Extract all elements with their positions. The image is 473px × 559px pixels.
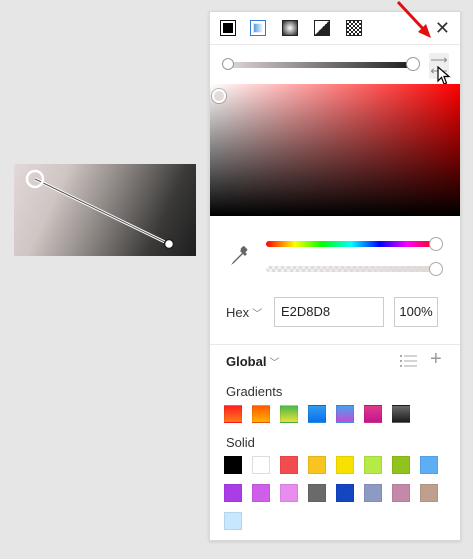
list-view-icon[interactable] bbox=[400, 354, 418, 368]
solid-swatch[interactable] bbox=[280, 456, 298, 474]
add-swatch-icon[interactable]: + bbox=[430, 349, 442, 369]
gradient-swatch[interactable] bbox=[224, 405, 242, 423]
chevron-down-icon: ﹀ bbox=[269, 358, 280, 369]
gradient-swatch[interactable] bbox=[308, 405, 326, 423]
saturation-value-field[interactable] bbox=[210, 84, 460, 216]
image-fill-icon[interactable] bbox=[346, 20, 362, 36]
solid-swatch[interactable] bbox=[336, 456, 354, 474]
solid-swatch[interactable] bbox=[252, 456, 270, 474]
color-picker-panel: ✕ ⟶⟵ Hex﹀ E2D8D8 100% Global﹀ bbox=[209, 0, 461, 541]
gradient-swatch[interactable] bbox=[252, 405, 270, 423]
linear-gradient-icon[interactable] bbox=[250, 20, 266, 36]
red-arrow-annotation bbox=[396, 0, 431, 38]
solid-fill-icon[interactable] bbox=[220, 20, 236, 36]
gradient-swatch[interactable] bbox=[364, 405, 382, 423]
chevron-down-icon: ﹀ bbox=[252, 309, 263, 320]
alpha-slider[interactable] bbox=[266, 262, 443, 276]
eyedropper-icon[interactable] bbox=[228, 246, 250, 268]
angular-gradient-icon[interactable] bbox=[314, 20, 330, 36]
gradient-stop-end[interactable] bbox=[406, 57, 420, 71]
solid-swatch[interactable] bbox=[336, 484, 354, 502]
color-format-dropdown[interactable]: Hex ﹀ bbox=[226, 305, 262, 320]
library-title: Global bbox=[226, 354, 267, 369]
solid-label: Solid bbox=[226, 435, 255, 450]
alpha-input[interactable]: 100% bbox=[394, 297, 438, 327]
solid-swatch[interactable] bbox=[420, 484, 438, 502]
gradients-label: Gradients bbox=[226, 384, 283, 399]
solid-swatch[interactable] bbox=[364, 456, 382, 474]
gradient-swatch[interactable] bbox=[392, 405, 410, 423]
divider bbox=[210, 344, 460, 345]
library-dropdown[interactable]: Global ﹀ bbox=[226, 354, 279, 369]
solid-swatch[interactable] bbox=[392, 456, 410, 474]
gradient-end-handle[interactable] bbox=[163, 238, 175, 250]
hex-input[interactable]: E2D8D8 bbox=[274, 297, 384, 327]
gradient-swatch[interactable] bbox=[280, 405, 298, 423]
gradient-preview-canvas[interactable] bbox=[14, 164, 196, 256]
solid-swatch[interactable] bbox=[224, 512, 242, 530]
hue-slider[interactable] bbox=[266, 237, 443, 251]
alpha-slider-thumb[interactable] bbox=[429, 262, 443, 276]
solid-swatch[interactable] bbox=[224, 456, 242, 474]
hue-slider-thumb[interactable] bbox=[429, 237, 443, 251]
saturation-value-handle[interactable] bbox=[212, 89, 226, 103]
gradient-stop-start[interactable] bbox=[222, 58, 234, 70]
gradient-stops-slider[interactable] bbox=[222, 57, 420, 71]
solid-swatch[interactable] bbox=[280, 484, 298, 502]
radial-gradient-icon[interactable] bbox=[282, 20, 298, 36]
mouse-cursor-icon bbox=[437, 66, 451, 85]
solid-swatch[interactable] bbox=[308, 484, 326, 502]
solid-swatch[interactable] bbox=[252, 484, 270, 502]
color-format-label: Hex bbox=[226, 305, 250, 320]
gradient-swatch[interactable] bbox=[336, 405, 354, 423]
solid-swatch[interactable] bbox=[420, 456, 438, 474]
solid-swatch[interactable] bbox=[224, 484, 242, 502]
solid-swatch[interactable] bbox=[392, 484, 410, 502]
solid-swatch[interactable] bbox=[364, 484, 382, 502]
solid-swatch[interactable] bbox=[308, 456, 326, 474]
